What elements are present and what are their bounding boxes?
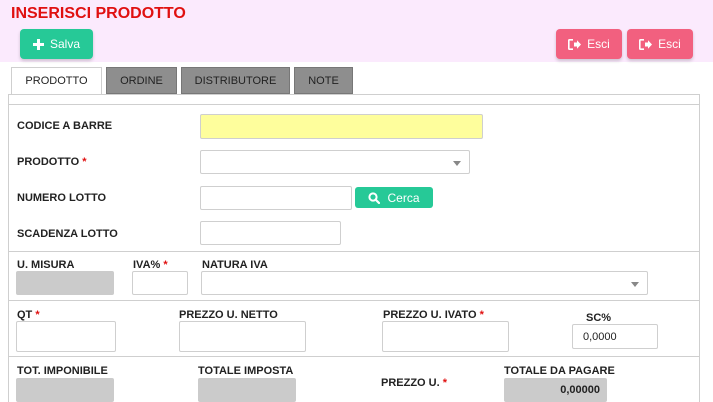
- plus-icon: [32, 38, 44, 50]
- divider: [8, 300, 700, 301]
- discount-input[interactable]: 0,0000: [572, 324, 658, 349]
- search-button[interactable]: Cerca: [355, 187, 433, 208]
- page-title: INSERISCI PRODOTTO: [11, 5, 186, 22]
- discount-label: SC%: [586, 312, 612, 324]
- divider: [8, 251, 700, 252]
- product-select[interactable]: [200, 150, 470, 174]
- qty-label: QT *: [17, 309, 40, 321]
- vat-input[interactable]: [132, 271, 188, 295]
- exit-button-label: Esci: [587, 37, 610, 51]
- sign-out-icon: [639, 38, 653, 50]
- discount-value: 0,0000: [583, 330, 617, 343]
- required-mark: *: [35, 309, 40, 321]
- vat-price-label: PREZZO U. IVATO *: [383, 309, 484, 321]
- vat-price-input[interactable]: [382, 321, 509, 352]
- barcode-input[interactable]: [200, 114, 483, 139]
- net-price-input[interactable]: [179, 321, 306, 352]
- unit-input: [16, 271, 114, 295]
- vat-nature-select[interactable]: [201, 271, 648, 295]
- chevron-down-icon: [631, 282, 639, 287]
- vat-nature-label: NATURA IVA: [202, 259, 268, 271]
- product-label: PRODOTTO *: [17, 156, 86, 168]
- vat-label: IVA% *: [133, 259, 168, 271]
- tab-ordine[interactable]: ORDINE: [106, 67, 177, 94]
- barcode-label: CODICE A BARRE: [17, 120, 113, 132]
- taxable-total-field: [16, 378, 114, 402]
- save-button[interactable]: Salva: [20, 29, 93, 59]
- vat-label-text: IVA%: [133, 259, 161, 271]
- search-button-label: Cerca: [387, 190, 420, 205]
- total-due-field: 0,00000: [504, 378, 607, 402]
- unit-label: U. MISURA: [17, 259, 75, 271]
- exit-button-label: Esci: [658, 37, 681, 51]
- lot-expiry-label: SCADENZA LOTTO: [17, 228, 118, 240]
- product-label-text: PRODOTTO: [17, 156, 80, 168]
- required-mark: *: [82, 156, 87, 168]
- exit-button-2[interactable]: Esci: [627, 29, 693, 59]
- divider: [8, 356, 700, 357]
- qty-label-text: QT: [17, 309, 33, 321]
- search-icon: [368, 191, 381, 204]
- unit-price-label-text: PREZZO U.: [381, 377, 440, 389]
- net-price-label: PREZZO U. NETTO: [179, 309, 278, 321]
- lot-number-label: NUMERO LOTTO: [17, 192, 107, 204]
- required-mark: *: [163, 259, 168, 271]
- lot-expiry-input[interactable]: [200, 221, 341, 245]
- sign-out-icon: [568, 38, 582, 50]
- tax-total-label: TOTALE IMPOSTA: [198, 365, 294, 377]
- tax-total-field: [198, 378, 296, 402]
- qty-input[interactable]: [16, 321, 116, 352]
- required-mark: *: [479, 309, 484, 321]
- divider: [8, 94, 700, 95]
- tab-note[interactable]: NOTE: [294, 67, 353, 94]
- tab-prodotto[interactable]: PRODOTTO: [11, 67, 102, 95]
- tab-distributore[interactable]: DISTRIBUTORE: [181, 67, 290, 94]
- vat-price-label-text: PREZZO U. IVATO: [383, 309, 477, 321]
- required-mark: *: [442, 377, 448, 389]
- lot-number-input[interactable]: [200, 186, 352, 210]
- exit-button-1[interactable]: Esci: [556, 29, 622, 59]
- unit-price-label: PREZZO U. *: [381, 377, 447, 389]
- taxable-total-label: TOT. IMPONIBILE: [17, 365, 108, 377]
- save-button-label: Salva: [49, 37, 81, 51]
- total-due-value: 0,00000: [560, 384, 600, 396]
- total-due-label: TOTALE DA PAGARE: [504, 365, 615, 377]
- divider: [8, 104, 700, 105]
- chevron-down-icon: [453, 161, 461, 166]
